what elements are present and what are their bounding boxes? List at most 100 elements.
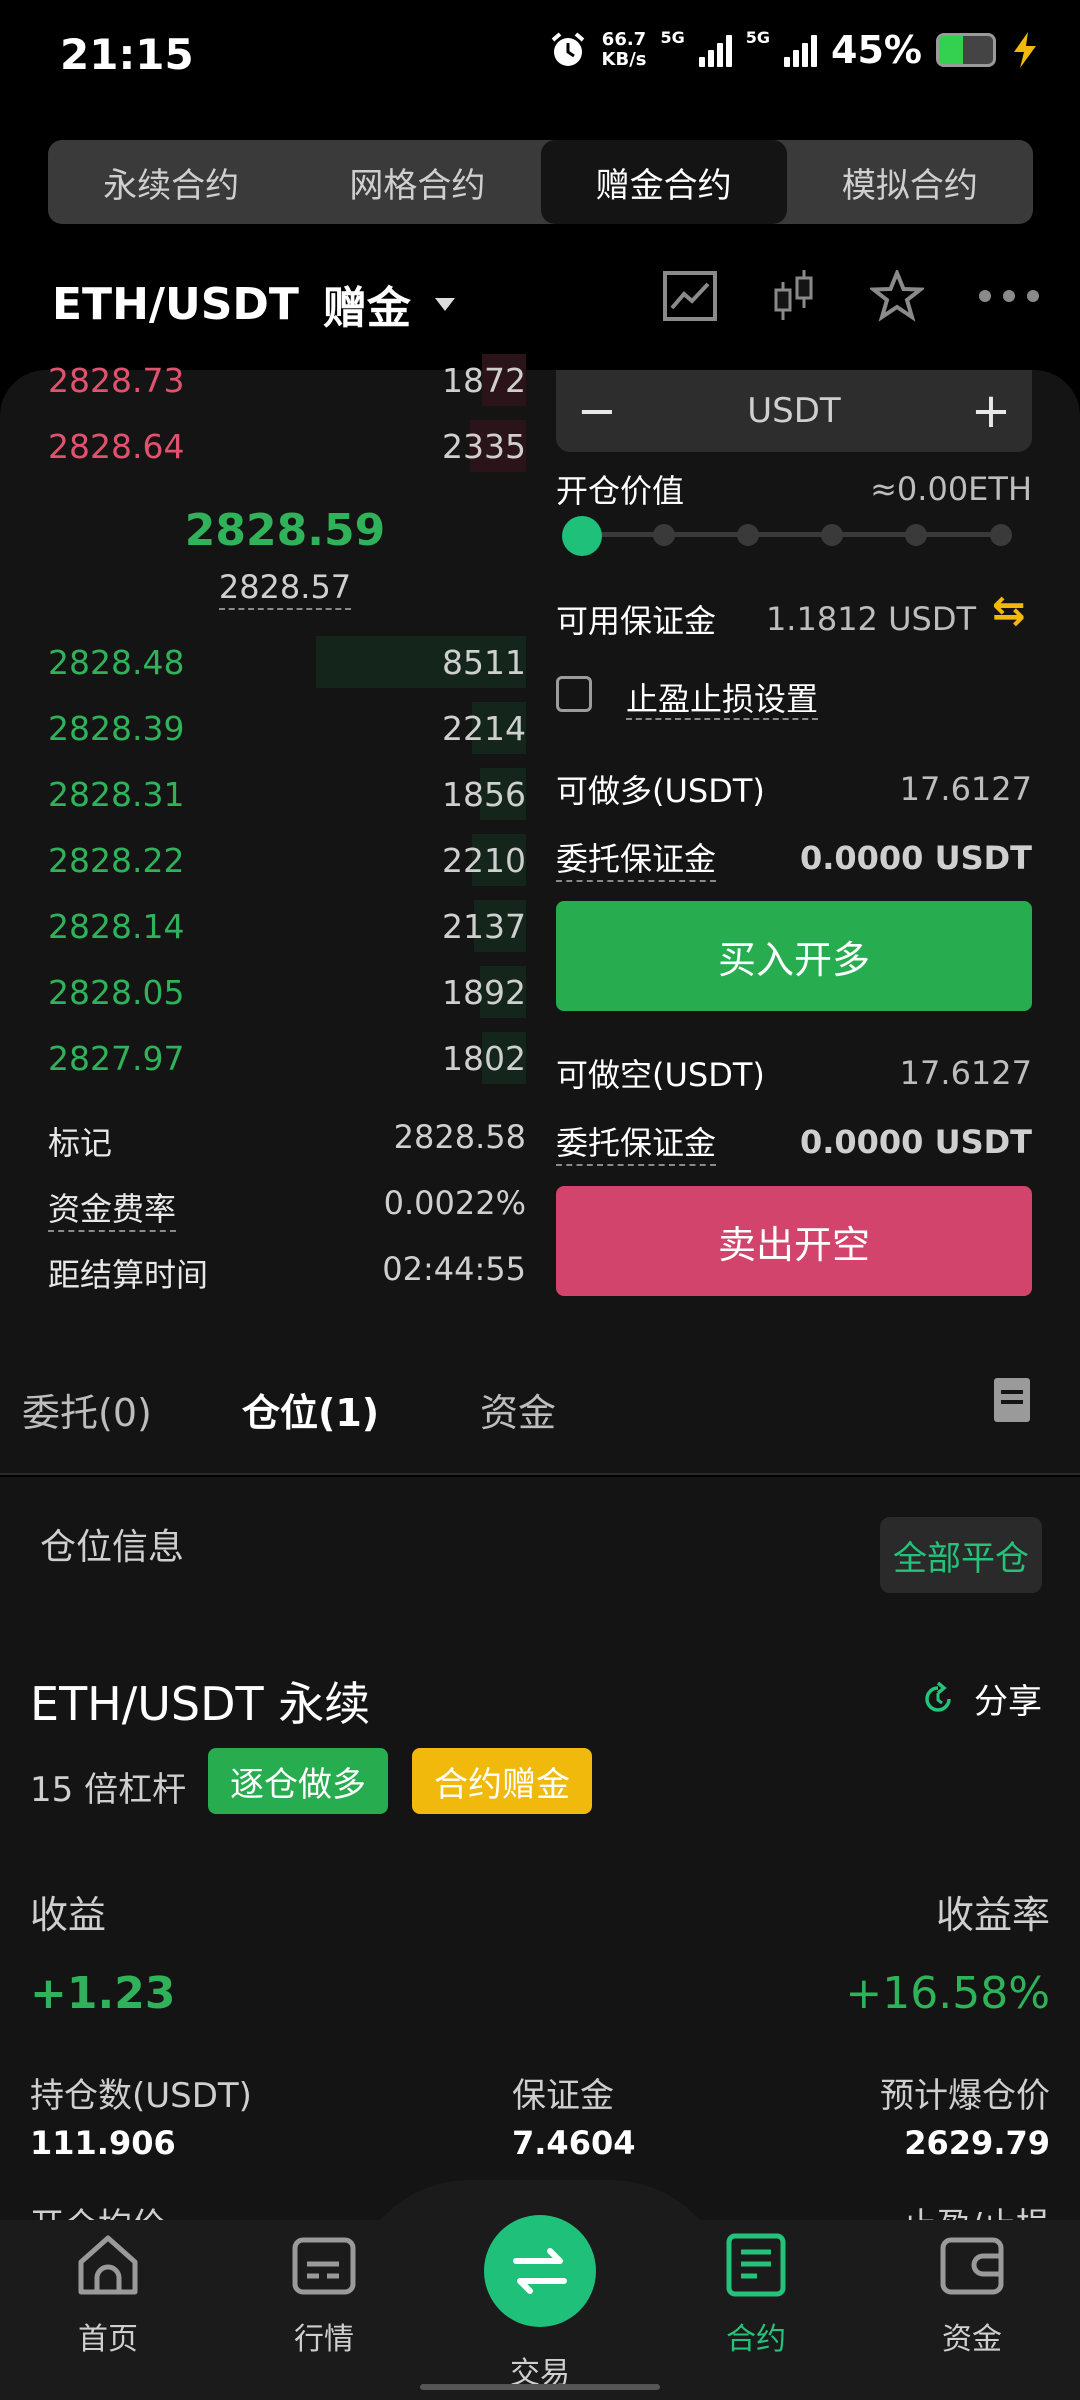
home-indicator[interactable] bbox=[420, 2384, 660, 2390]
info-label: 距结算时间 bbox=[48, 1256, 209, 1294]
bid-row[interactable]: 2828.39 2214 bbox=[48, 698, 526, 758]
tpsl-checkbox[interactable] bbox=[556, 676, 592, 712]
order-margin-label[interactable]: 委托保证金 bbox=[556, 834, 717, 882]
info-value: 02:44:55 bbox=[382, 1250, 526, 1288]
order-margin-long-row: 委托保证金 0.0000 USDT bbox=[556, 834, 1032, 882]
tab-bonus[interactable]: 赠金合约 bbox=[540, 140, 787, 224]
pair-type: 赠金 bbox=[322, 283, 411, 334]
status-bar: 21:15 66.7 KB/s 5G 5G 45% bbox=[0, 0, 1080, 115]
bid-row[interactable]: 2828.05 1892 bbox=[48, 962, 526, 1022]
slider-step[interactable] bbox=[653, 524, 675, 546]
last-price: 2828.59 bbox=[184, 505, 386, 556]
battery-percent: 45% bbox=[831, 28, 922, 72]
quantity-unit: USDT bbox=[747, 391, 841, 431]
bid-qty: 2210 bbox=[442, 840, 526, 880]
open-value: ≈0.00ETH bbox=[870, 470, 1032, 508]
bid-price: 2828.39 bbox=[48, 708, 185, 748]
tab-orders[interactable]: 委托(0) bbox=[22, 1382, 152, 1437]
signal-1-label: 5G bbox=[660, 28, 685, 47]
close-all-button[interactable]: 全部平仓 bbox=[880, 1517, 1042, 1593]
signal-2-icon bbox=[784, 33, 818, 67]
chart-icon[interactable] bbox=[662, 270, 718, 322]
share-button[interactable]: 分享 bbox=[920, 1674, 1042, 1723]
bid-row[interactable]: 2827.97 1802 bbox=[48, 1028, 526, 1088]
ask-row[interactable]: 2828.64 2335 bbox=[48, 416, 526, 476]
slider-step[interactable] bbox=[990, 524, 1012, 546]
ask-row[interactable]: 2828.73 1872 bbox=[48, 350, 526, 410]
more-icon[interactable] bbox=[978, 289, 1040, 303]
bid-qty: 2137 bbox=[442, 906, 526, 946]
net-speed-unit: KB/s bbox=[601, 49, 647, 70]
tab-assets[interactable]: 资金 bbox=[480, 1382, 556, 1437]
transfer-icon[interactable]: ⇆ bbox=[992, 588, 1026, 634]
net-speed: 66.7 KB/s bbox=[602, 30, 647, 70]
pair-selector[interactable]: ETH/USDT 赠金 bbox=[52, 272, 455, 336]
nav-wallet[interactable]: 资金 bbox=[892, 2230, 1052, 2358]
ask-qty: 2335 bbox=[442, 426, 526, 466]
signal-2-label: 5G bbox=[745, 28, 771, 47]
can-long-row: 可做多(USDT) 17.6127 bbox=[556, 766, 1032, 812]
nav-market[interactable]: 行情 bbox=[244, 2230, 404, 2358]
document-icon[interactable] bbox=[994, 1378, 1030, 1422]
bid-row[interactable]: 2828.48 8511 bbox=[48, 632, 526, 692]
nav-trade-button[interactable] bbox=[484, 2215, 596, 2327]
nav-label: 合约 bbox=[726, 2322, 786, 2357]
bid-price: 2828.22 bbox=[48, 840, 185, 880]
buy-long-button[interactable]: 买入开多 bbox=[556, 901, 1032, 1011]
funding-rate-row[interactable]: 资金费率 0.0022% bbox=[48, 1184, 526, 1232]
margin-label: 保证金 bbox=[512, 2076, 614, 2116]
contract-tabs: 永续合约 网格合约 赠金合约 模拟合约 bbox=[48, 140, 1033, 224]
tab-perpetual[interactable]: 永续合约 bbox=[48, 140, 294, 224]
liq-price-value: 2629.79 bbox=[904, 2124, 1050, 2162]
bid-row[interactable]: 2828.31 1856 bbox=[48, 764, 526, 824]
leverage-label: 15 倍杠杆 bbox=[30, 1770, 187, 1810]
bid-qty: 1856 bbox=[442, 774, 526, 814]
mark-price-sub[interactable]: 2828.57 bbox=[0, 568, 570, 610]
mark-price-value: 2828.57 bbox=[218, 568, 352, 610]
position-symbol[interactable]: ETH/USDT 永续 bbox=[30, 1668, 370, 1734]
pair-symbol: ETH/USDT bbox=[52, 278, 299, 330]
star-icon[interactable] bbox=[870, 270, 924, 322]
minus-button[interactable]: − bbox=[574, 383, 620, 439]
slider-step[interactable] bbox=[821, 524, 843, 546]
sell-short-button[interactable]: 卖出开空 bbox=[556, 1186, 1032, 1296]
leverage-slider[interactable] bbox=[562, 516, 1012, 556]
order-margin-label[interactable]: 委托保证金 bbox=[556, 1118, 717, 1166]
slider-handle[interactable] bbox=[562, 516, 602, 556]
info-value: 0.0022% bbox=[383, 1184, 526, 1222]
margin-value: 7.4604 bbox=[512, 2124, 636, 2162]
candlestick-icon[interactable] bbox=[772, 268, 816, 324]
refresh-icon bbox=[925, 1681, 951, 1712]
size-value: 111.906 bbox=[30, 2124, 176, 2162]
tpsl-label[interactable]: 止盈止损设置 bbox=[626, 674, 819, 720]
available-margin-label: 可用保证金 bbox=[556, 602, 717, 640]
bid-row[interactable]: 2828.14 2137 bbox=[48, 896, 526, 956]
tab-positions[interactable]: 仓位(1) bbox=[242, 1382, 379, 1437]
market-icon bbox=[292, 2237, 356, 2295]
order-margin-value: 0.0000 USDT bbox=[799, 839, 1032, 877]
status-icons: 66.7 KB/s 5G 5G 45% bbox=[548, 28, 1040, 72]
can-short-label: 可做空(USDT) bbox=[556, 1056, 765, 1094]
roi-label: 收益率 bbox=[935, 1893, 1050, 1937]
nav-label: 首页 bbox=[78, 2322, 138, 2357]
tab-demo[interactable]: 模拟合约 bbox=[787, 140, 1033, 224]
bid-qty: 1892 bbox=[442, 972, 526, 1012]
bid-qty: 8511 bbox=[442, 642, 526, 682]
nav-contract[interactable]: 合约 bbox=[676, 2230, 836, 2358]
home-icon bbox=[78, 2235, 138, 2295]
tab-grid[interactable]: 网格合约 bbox=[294, 140, 540, 224]
slider-step[interactable] bbox=[737, 524, 759, 546]
bid-row[interactable]: 2828.22 2210 bbox=[48, 830, 526, 890]
plus-button[interactable]: + bbox=[968, 383, 1014, 439]
net-speed-value: 66.7 bbox=[601, 29, 647, 50]
contract-icon bbox=[726, 2233, 786, 2297]
battery-icon bbox=[936, 33, 996, 67]
bid-price: 2827.97 bbox=[48, 1038, 185, 1078]
nav-home[interactable]: 首页 bbox=[28, 2230, 188, 2358]
size-label: 持仓数(USDT) bbox=[30, 2076, 252, 2116]
quantity-stepper[interactable]: − USDT + bbox=[556, 370, 1032, 452]
tpsl-label-text: 止盈止损设置 bbox=[626, 680, 819, 720]
roi-value: +16.58% bbox=[845, 1968, 1050, 2019]
charging-icon bbox=[1014, 32, 1036, 68]
slider-step[interactable] bbox=[905, 524, 927, 546]
